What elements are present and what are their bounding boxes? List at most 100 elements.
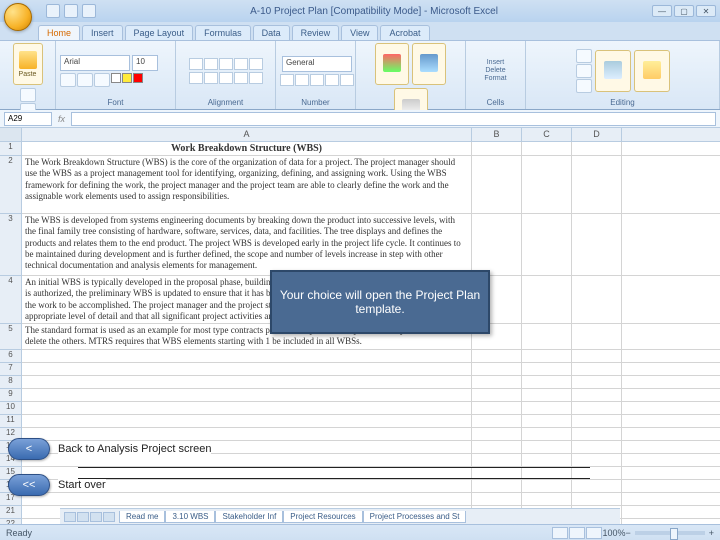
- col-header-C[interactable]: C: [522, 128, 572, 141]
- row-header[interactable]: 1: [0, 142, 21, 156]
- view-normal-icon[interactable]: [552, 527, 568, 539]
- autosum-icon[interactable]: [576, 49, 592, 63]
- bold-icon[interactable]: [60, 73, 76, 87]
- status-bar: Ready 100% − +: [0, 524, 720, 540]
- select-all-corner[interactable]: [0, 128, 22, 142]
- zoom-in-button[interactable]: +: [709, 528, 714, 538]
- cut-icon[interactable]: [20, 88, 36, 102]
- cell-A3[interactable]: The WBS is developed from systems engine…: [22, 214, 472, 275]
- tab-insert[interactable]: Insert: [82, 25, 123, 40]
- font-size-combo[interactable]: 10: [132, 55, 158, 71]
- nav-buttons-overlay: < Back to Analysis Project screen << Sta…: [8, 438, 211, 496]
- tooltip-callout: Your choice will open the Project Plan t…: [270, 270, 490, 334]
- clear-icon[interactable]: [576, 79, 592, 93]
- tab-nav-first-icon[interactable]: [64, 512, 76, 522]
- zoom-out-button[interactable]: −: [625, 528, 630, 538]
- view-break-icon[interactable]: [586, 527, 602, 539]
- start-over-button[interactable]: <<: [8, 474, 50, 496]
- office-button[interactable]: [4, 3, 32, 31]
- tab-nav-next-icon[interactable]: [90, 512, 102, 522]
- back-button[interactable]: <: [8, 438, 50, 460]
- format-cells-button[interactable]: Format: [484, 75, 506, 82]
- fx-icon[interactable]: fx: [58, 114, 65, 124]
- zoom-slider[interactable]: [635, 531, 705, 535]
- col-header-A[interactable]: A: [22, 128, 472, 141]
- name-box[interactable]: A29: [4, 112, 52, 126]
- tab-page-layout[interactable]: Page Layout: [125, 25, 194, 40]
- align-top-icon[interactable]: [189, 58, 203, 70]
- increase-decimal-icon[interactable]: [325, 74, 339, 86]
- row-header[interactable]: 3: [0, 214, 21, 276]
- sheet-tab[interactable]: Project Resources: [283, 511, 362, 523]
- close-button[interactable]: ✕: [696, 5, 716, 17]
- tab-view[interactable]: View: [341, 25, 378, 40]
- row-header[interactable]: 11: [0, 415, 21, 428]
- fill-color-icon[interactable]: [122, 73, 132, 83]
- row-header[interactable]: 2: [0, 156, 21, 214]
- ribbon-tabs: Home Insert Page Layout Formulas Data Re…: [0, 22, 720, 40]
- align-middle-icon[interactable]: [204, 58, 218, 70]
- tab-formulas[interactable]: Formulas: [195, 25, 251, 40]
- paste-button[interactable]: Paste: [13, 43, 43, 85]
- tab-review[interactable]: Review: [292, 25, 340, 40]
- tab-acrobat[interactable]: Acrobat: [380, 25, 429, 40]
- align-bottom-icon[interactable]: [219, 58, 233, 70]
- view-layout-icon[interactable]: [569, 527, 585, 539]
- group-number-label: Number: [280, 98, 351, 107]
- sheet-tab[interactable]: Stakeholder Inf: [215, 511, 283, 523]
- row-header[interactable]: 8: [0, 376, 21, 389]
- row-header[interactable]: 5: [0, 324, 21, 350]
- tab-nav-last-icon[interactable]: [103, 512, 115, 522]
- wrap-text-icon[interactable]: [249, 58, 263, 70]
- row-header[interactable]: 9: [0, 389, 21, 402]
- maximize-button[interactable]: ▢: [674, 5, 694, 17]
- align-right-icon[interactable]: [219, 72, 233, 84]
- row-header[interactable]: 4: [0, 276, 21, 324]
- italic-icon[interactable]: [77, 73, 93, 87]
- decrease-indent-icon[interactable]: [234, 72, 248, 84]
- sheet-tab[interactable]: Project Processes and St: [363, 511, 467, 523]
- find-icon: [643, 61, 661, 79]
- col-header-D[interactable]: D: [572, 128, 622, 141]
- row-header[interactable]: 21: [0, 506, 21, 519]
- row-header[interactable]: 7: [0, 363, 21, 376]
- sheet-tab[interactable]: Read me: [119, 511, 165, 523]
- formula-bar[interactable]: [71, 112, 716, 126]
- worksheet: A B C D 1 2 3 4 5 6 7 8 9 10 11 12 13 14…: [0, 128, 720, 540]
- delete-cells-button[interactable]: Delete: [485, 67, 505, 74]
- align-left-icon[interactable]: [189, 72, 203, 84]
- decrease-decimal-icon[interactable]: [340, 74, 354, 86]
- number-format-combo[interactable]: General: [282, 56, 352, 72]
- sheet-tab[interactable]: 3.10 WBS: [165, 511, 215, 523]
- minimize-button[interactable]: —: [652, 5, 672, 17]
- find-select-button[interactable]: [634, 50, 670, 92]
- orientation-icon[interactable]: [234, 58, 248, 70]
- percent-icon[interactable]: [295, 74, 309, 86]
- tab-data[interactable]: Data: [253, 25, 290, 40]
- cell-A2[interactable]: The Work Breakdown Structure (WBS) is th…: [22, 156, 472, 213]
- qat-redo-icon[interactable]: [82, 4, 96, 18]
- format-as-table-button[interactable]: [412, 43, 446, 85]
- cell-A1[interactable]: Work Breakdown Structure (WBS): [22, 142, 472, 155]
- font-name-combo[interactable]: Arial: [60, 55, 130, 71]
- row-header[interactable]: 10: [0, 402, 21, 415]
- conditional-formatting-button[interactable]: [375, 43, 409, 85]
- tab-home[interactable]: Home: [38, 25, 80, 40]
- insert-cells-button[interactable]: Insert: [487, 59, 505, 66]
- qat-save-icon[interactable]: [46, 4, 60, 18]
- zoom-value[interactable]: 100%: [602, 528, 625, 538]
- currency-icon[interactable]: [280, 74, 294, 86]
- font-color-icon[interactable]: [133, 73, 143, 83]
- sort-filter-button[interactable]: [595, 50, 631, 92]
- align-center-icon[interactable]: [204, 72, 218, 84]
- merge-icon[interactable]: [249, 72, 263, 84]
- row-header[interactable]: 6: [0, 350, 21, 363]
- border-icon[interactable]: [111, 73, 121, 83]
- comma-icon[interactable]: [310, 74, 324, 86]
- status-text: Ready: [6, 528, 32, 538]
- tab-nav-prev-icon[interactable]: [77, 512, 89, 522]
- fill-icon[interactable]: [576, 64, 592, 78]
- qat-undo-icon[interactable]: [64, 4, 78, 18]
- col-header-B[interactable]: B: [472, 128, 522, 141]
- underline-icon[interactable]: [94, 73, 110, 87]
